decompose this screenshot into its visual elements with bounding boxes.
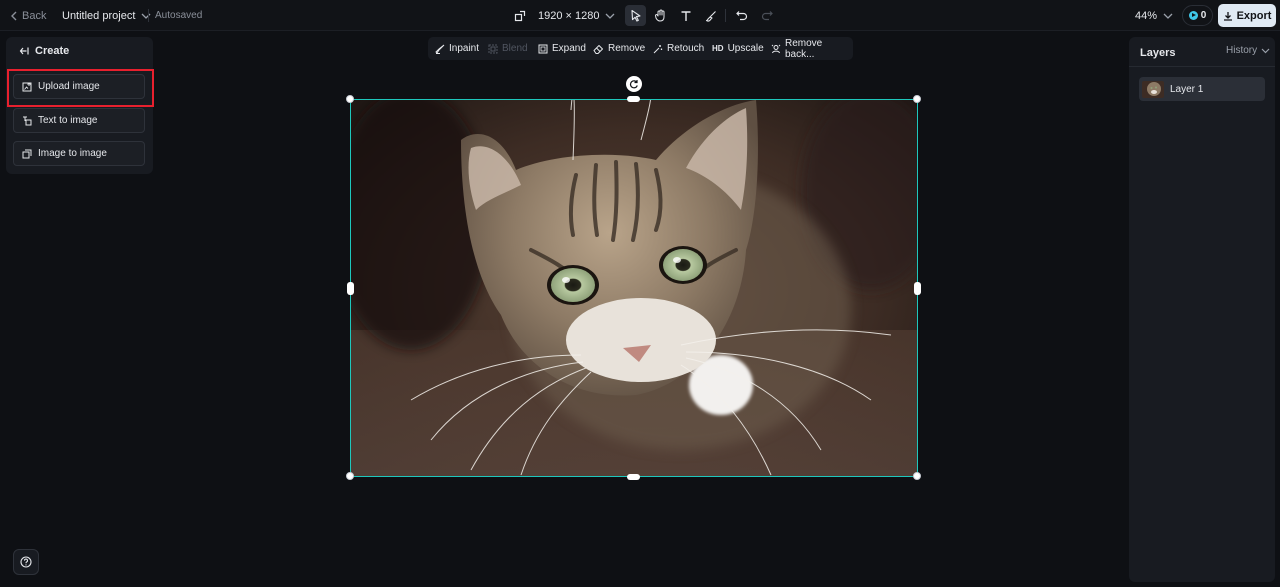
chevron-left-icon xyxy=(10,11,18,21)
credits-badge[interactable]: 0 xyxy=(1182,5,1213,26)
blend-label: Blend xyxy=(502,43,528,54)
upload-image-label: Upload image xyxy=(38,81,100,92)
undo-button[interactable] xyxy=(731,5,752,26)
create-panel: Create Upload image Text to image Image … xyxy=(6,37,153,174)
brush-tool-button[interactable] xyxy=(700,5,721,26)
autosave-status: Autosaved xyxy=(155,10,203,21)
credits-icon xyxy=(1188,11,1198,20)
resize-handle-top[interactable] xyxy=(627,96,640,102)
resize-handle-bottom-right[interactable] xyxy=(913,472,921,480)
resize-handle-left[interactable] xyxy=(347,282,354,295)
brush-icon xyxy=(705,10,717,22)
upscale-button[interactable]: HD Upscale xyxy=(712,37,764,60)
retouch-icon xyxy=(653,44,663,54)
zoom-dropdown[interactable]: 44% xyxy=(1135,0,1173,31)
canvas-size-value: 1920 × 1280 xyxy=(538,9,600,22)
rotate-icon xyxy=(629,79,639,89)
remove-background-icon xyxy=(771,44,781,54)
layers-panel-header: Layers History xyxy=(1129,37,1275,67)
chevron-down-icon xyxy=(605,12,615,20)
resize-handle-top-left[interactable] xyxy=(346,95,354,103)
inpaint-label: Inpaint xyxy=(449,43,480,54)
layer-name: Layer 1 xyxy=(1170,83,1204,95)
eraser-icon xyxy=(593,44,604,54)
rotate-handle[interactable] xyxy=(626,76,642,92)
tab-history[interactable]: History xyxy=(1226,45,1270,56)
project-title-dropdown[interactable]: Untitled project xyxy=(62,0,151,31)
remove-background-button[interactable]: Remove back... xyxy=(771,37,853,60)
resize-handle-top-right[interactable] xyxy=(913,95,921,103)
text-icon xyxy=(680,10,692,22)
retouch-label: Retouch xyxy=(667,43,705,54)
zoom-value: 44% xyxy=(1135,9,1158,22)
divider xyxy=(725,9,726,22)
hand-icon xyxy=(654,9,667,22)
cat-photo xyxy=(351,100,917,476)
text-to-image-button[interactable]: Text to image xyxy=(13,108,145,133)
layer-thumbnail xyxy=(1142,80,1164,98)
canvas-image[interactable] xyxy=(350,99,918,477)
download-icon xyxy=(1223,11,1233,21)
divider xyxy=(148,9,149,22)
text-to-image-icon xyxy=(22,116,32,126)
create-panel-header[interactable]: Create xyxy=(19,45,69,57)
credits-count: 0 xyxy=(1200,10,1207,21)
help-icon xyxy=(20,556,32,568)
image-to-image-label: Image to image xyxy=(38,148,107,159)
upload-image-icon xyxy=(22,81,32,92)
chevron-down-icon xyxy=(1163,12,1173,20)
hand-tool-button[interactable] xyxy=(650,5,671,26)
help-button[interactable] xyxy=(13,549,39,575)
inpaint-button[interactable]: Inpaint xyxy=(435,37,479,60)
image-to-image-icon xyxy=(22,149,32,159)
layer-item[interactable]: Layer 1 xyxy=(1139,77,1265,101)
remove-background-label: Remove back... xyxy=(785,37,823,60)
resize-handle-bottom[interactable] xyxy=(627,474,640,480)
export-button[interactable]: Export xyxy=(1218,4,1276,27)
back-label: Back xyxy=(22,9,47,22)
select-icon xyxy=(630,9,642,22)
hd-icon: HD xyxy=(712,44,724,53)
top-bar: Back Untitled project Autosaved 1920 × 1… xyxy=(0,0,1280,31)
retouch-button[interactable]: Retouch xyxy=(653,37,704,60)
tab-layers[interactable]: Layers xyxy=(1140,47,1175,59)
text-to-image-label: Text to image xyxy=(38,115,98,126)
project-title: Untitled project xyxy=(62,9,136,22)
remove-button[interactable]: Remove xyxy=(593,37,645,60)
resize-handle-right[interactable] xyxy=(914,282,921,295)
inpaint-icon xyxy=(435,44,445,54)
select-tool-button[interactable] xyxy=(625,5,646,26)
edit-toolbar: Inpaint Blend Expand Remove Retouch HD U… xyxy=(428,37,853,60)
resize-handle-bottom-left[interactable] xyxy=(346,472,354,480)
redo-button[interactable] xyxy=(756,5,777,26)
export-label: Export xyxy=(1236,9,1272,22)
upload-image-button[interactable]: Upload image xyxy=(13,74,145,99)
chevron-down-icon xyxy=(141,12,151,20)
canvas-size-dropdown[interactable]: 1920 × 1280 xyxy=(538,0,615,31)
layers-panel: Layers History Layer 1 xyxy=(1129,37,1275,582)
blend-icon xyxy=(488,44,498,54)
create-title: Create xyxy=(35,45,70,57)
resize-canvas-icon[interactable] xyxy=(514,0,526,31)
text-tool-button[interactable] xyxy=(675,5,696,26)
blend-button[interactable]: Blend xyxy=(488,37,528,60)
upscale-label: Upscale xyxy=(727,43,764,54)
collapse-left-icon xyxy=(19,46,29,56)
expand-label: Expand xyxy=(552,43,586,54)
undo-icon xyxy=(735,10,748,21)
expand-button[interactable]: Expand xyxy=(538,37,586,60)
image-to-image-button[interactable]: Image to image xyxy=(13,141,145,166)
chevron-down-icon xyxy=(1261,47,1270,54)
expand-icon xyxy=(538,44,548,54)
history-label: History xyxy=(1226,45,1258,56)
redo-icon xyxy=(761,10,773,21)
back-button[interactable]: Back xyxy=(10,0,46,31)
remove-label: Remove xyxy=(608,43,646,54)
